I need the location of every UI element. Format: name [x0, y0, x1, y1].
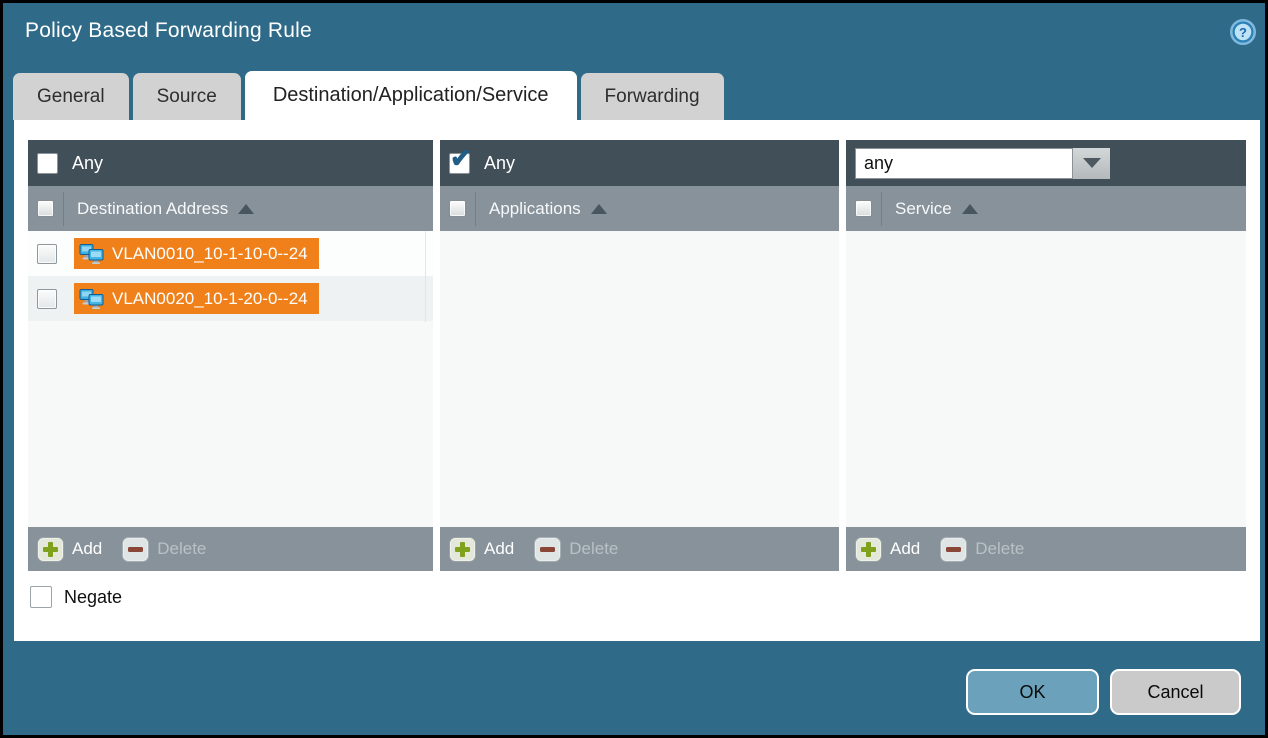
negate-option: Negate: [30, 586, 122, 608]
tab-content-panel: Any Destination Address: [14, 120, 1260, 641]
tab-destination-application-service[interactable]: Destination/Application/Service: [245, 71, 577, 120]
destination-list: VLAN0010_10-1-10-0--24: [28, 231, 433, 527]
add-icon: [449, 537, 476, 562]
service-header-label: Service: [895, 199, 952, 219]
tab-forwarding[interactable]: Forwarding: [581, 73, 724, 120]
delete-icon: [534, 537, 561, 562]
dialog-title: Policy Based Forwarding Rule: [25, 19, 312, 43]
applications-column: ✔ Any Applications Add: [440, 140, 839, 571]
table-row: VLAN0020_10-1-20-0--24: [28, 276, 433, 321]
tab-source[interactable]: Source: [133, 73, 241, 120]
destination-any-checkbox[interactable]: [37, 153, 58, 174]
applications-any-band: ✔ Any: [440, 140, 839, 186]
add-button-label: Add: [484, 539, 514, 559]
dropdown-button[interactable]: [1073, 148, 1110, 179]
row-checkbox[interactable]: [37, 289, 57, 309]
applications-toolbar: Add Delete: [440, 527, 839, 571]
applications-any-label: Any: [484, 153, 515, 174]
add-icon: [37, 537, 64, 562]
destination-any-label: Any: [72, 153, 103, 174]
service-column-header[interactable]: Service: [846, 186, 1246, 231]
applications-column-header[interactable]: Applications: [440, 186, 839, 231]
service-column: any Service: [846, 140, 1246, 571]
delete-button-label: Delete: [975, 539, 1024, 559]
scrollbar-track: [425, 231, 426, 322]
delete-icon: [122, 537, 149, 562]
table-row: VLAN0010_10-1-10-0--24: [28, 231, 433, 276]
add-button[interactable]: Add: [37, 537, 102, 562]
header-separator: [475, 192, 476, 226]
tab-general[interactable]: General: [13, 73, 129, 120]
delete-button-label: Delete: [569, 539, 618, 559]
ok-button[interactable]: OK: [966, 669, 1099, 715]
address-object-label: VLAN0020_10-1-20-0--24: [112, 289, 308, 309]
negate-label: Negate: [64, 587, 122, 608]
network-icon: [79, 289, 104, 309]
negate-checkbox[interactable]: [30, 586, 52, 608]
service-dropdown[interactable]: any: [855, 148, 1110, 179]
delete-button[interactable]: Delete: [940, 537, 1024, 562]
address-object-vlan0010[interactable]: VLAN0010_10-1-10-0--24: [74, 238, 319, 269]
header-separator: [63, 192, 64, 226]
svg-text:?: ?: [1239, 25, 1247, 40]
tab-strip: General Source Destination/Application/S…: [13, 71, 728, 120]
row-checkbox[interactable]: [37, 244, 57, 264]
destination-toolbar: Add Delete: [28, 527, 433, 571]
service-dropdown-band: any: [846, 140, 1246, 186]
header-separator: [881, 192, 882, 226]
service-dropdown-value[interactable]: any: [855, 148, 1073, 179]
address-object-vlan0020[interactable]: VLAN0020_10-1-20-0--24: [74, 283, 319, 314]
applications-header-label: Applications: [489, 199, 581, 219]
service-toolbar: Add Delete: [846, 527, 1246, 571]
policy-based-forwarding-dialog: Policy Based Forwarding Rule ? General S…: [0, 0, 1268, 738]
network-icon: [79, 244, 104, 264]
delete-button[interactable]: Delete: [534, 537, 618, 562]
add-icon: [855, 537, 882, 562]
destination-column-header[interactable]: Destination Address: [28, 186, 433, 231]
applications-any-checkbox-checked[interactable]: ✔: [449, 153, 470, 174]
delete-icon: [940, 537, 967, 562]
destination-any-band: Any: [28, 140, 433, 186]
delete-button-label: Delete: [157, 539, 206, 559]
help-icon[interactable]: ?: [1229, 18, 1257, 46]
sort-ascending-icon: [238, 204, 254, 214]
destination-address-column: Any Destination Address: [28, 140, 433, 571]
add-button-label: Add: [72, 539, 102, 559]
sort-ascending-icon: [591, 204, 607, 214]
add-button[interactable]: Add: [449, 537, 514, 562]
add-button[interactable]: Add: [855, 537, 920, 562]
chevron-down-icon: [1083, 158, 1101, 168]
destination-select-all-checkbox[interactable]: [37, 200, 54, 217]
service-list: [846, 231, 1246, 527]
cancel-button[interactable]: Cancel: [1110, 669, 1241, 715]
applications-list: [440, 231, 839, 527]
service-select-all-checkbox[interactable]: [855, 200, 872, 217]
destination-header-label: Destination Address: [77, 199, 228, 219]
add-button-label: Add: [890, 539, 920, 559]
checkmark-icon: ✔: [450, 145, 472, 171]
address-object-label: VLAN0010_10-1-10-0--24: [112, 244, 308, 264]
sort-ascending-icon: [962, 204, 978, 214]
delete-button[interactable]: Delete: [122, 537, 206, 562]
applications-select-all-checkbox[interactable]: [449, 200, 466, 217]
